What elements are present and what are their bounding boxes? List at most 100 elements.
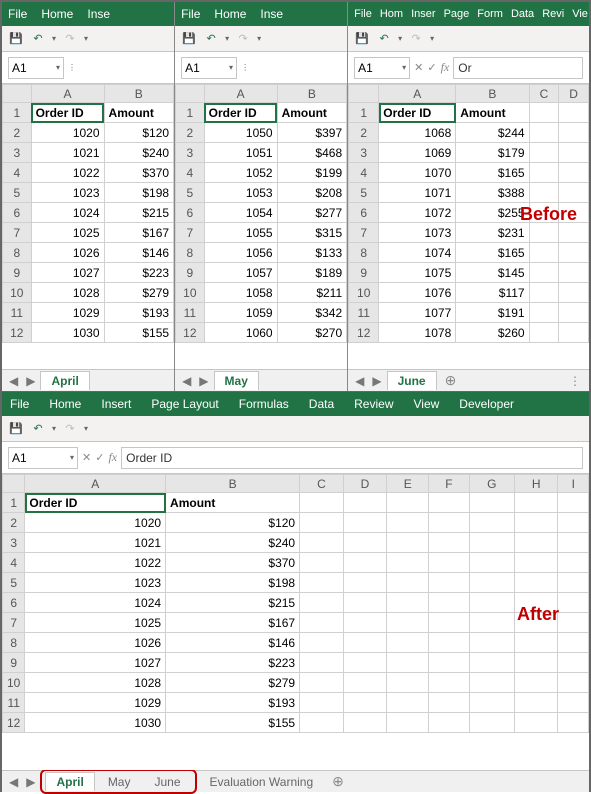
cell[interactable]	[469, 553, 514, 573]
cell[interactable]	[469, 613, 514, 633]
cell[interactable]: $146	[166, 633, 300, 653]
sheet-area[interactable]: A B 1Order IDAmount21020$12031021$240410…	[2, 84, 174, 369]
cell[interactable]	[429, 493, 469, 513]
cell[interactable]	[343, 493, 387, 513]
cell[interactable]	[429, 633, 469, 653]
cell[interactable]	[429, 713, 469, 733]
cell[interactable]	[343, 693, 387, 713]
cell[interactable]	[469, 653, 514, 673]
sheet-tab-june[interactable]: June	[387, 371, 437, 390]
cell[interactable]	[300, 613, 344, 633]
ribbon-file[interactable]: File	[354, 8, 372, 20]
ribbon-home[interactable]: Home	[49, 397, 81, 411]
cell[interactable]	[514, 573, 558, 593]
cell[interactable]: 1070	[379, 163, 456, 183]
cell[interactable]: 1078	[379, 323, 456, 343]
ribbon-home[interactable]: Home	[214, 7, 246, 21]
cell[interactable]	[558, 633, 589, 653]
cell[interactable]	[559, 323, 589, 343]
cell[interactable]: 1051	[204, 143, 277, 163]
cell[interactable]: 1025	[31, 223, 104, 243]
cell[interactable]: $165	[456, 163, 529, 183]
tab-options-icon[interactable]: ⋮	[565, 374, 585, 388]
tab-nav-right-icon[interactable]: ▶	[369, 374, 384, 388]
name-box[interactable]: A1▾	[8, 57, 64, 79]
row-header[interactable]: 2	[176, 123, 205, 143]
cell[interactable]: 1055	[204, 223, 277, 243]
row-header[interactable]: 12	[3, 323, 32, 343]
ribbon-view[interactable]: Vie	[572, 8, 588, 20]
grid[interactable]: A B 1Order IDAmount21050$39731051$468410…	[175, 84, 347, 343]
cell[interactable]	[343, 573, 387, 593]
cell[interactable]: $167	[166, 613, 300, 633]
cell[interactable]: Amount	[166, 493, 300, 513]
ribbon-insert[interactable]: Inser	[411, 8, 435, 20]
col-header-a[interactable]: A	[31, 85, 104, 103]
ribbon-formulas[interactable]: Formulas	[239, 397, 289, 411]
sheet-tab-eval-warning[interactable]: Evaluation Warning	[199, 772, 325, 791]
ribbon-file[interactable]: File	[181, 7, 200, 21]
cell[interactable]	[387, 613, 429, 633]
cell[interactable]	[300, 553, 344, 573]
cell[interactable]: Order ID	[204, 103, 277, 123]
row-header[interactable]: 3	[176, 143, 205, 163]
cell[interactable]: 1071	[379, 183, 456, 203]
cell[interactable]	[429, 653, 469, 673]
cell[interactable]	[300, 653, 344, 673]
cell[interactable]: $117	[456, 283, 529, 303]
cell[interactable]: 1068	[379, 123, 456, 143]
cell[interactable]: $211	[277, 283, 347, 303]
cell[interactable]	[429, 673, 469, 693]
col-header-i[interactable]: I	[558, 475, 589, 493]
cell[interactable]	[429, 553, 469, 573]
row-header[interactable]: 4	[3, 163, 32, 183]
tab-nav-left-icon[interactable]: ◀	[352, 374, 367, 388]
cell[interactable]	[300, 513, 344, 533]
cell[interactable]	[529, 163, 559, 183]
col-header-a[interactable]: A	[25, 475, 166, 493]
cancel-icon[interactable]: ✕	[82, 451, 91, 464]
row-header[interactable]: 7	[349, 223, 379, 243]
cell[interactable]: $179	[456, 143, 529, 163]
cell[interactable]	[529, 183, 559, 203]
cell[interactable]	[559, 303, 589, 323]
cell[interactable]: $279	[104, 283, 174, 303]
undo-icon[interactable]: ↶	[376, 31, 392, 47]
save-icon[interactable]: 💾	[8, 421, 24, 437]
ribbon-data[interactable]: Data	[511, 8, 534, 20]
cell[interactable]: $155	[104, 323, 174, 343]
cell[interactable]: $146	[104, 243, 174, 263]
cell[interactable]	[558, 593, 589, 613]
cancel-icon[interactable]: ✕	[414, 61, 423, 74]
select-all[interactable]	[3, 475, 25, 493]
row-header[interactable]: 10	[349, 283, 379, 303]
cell[interactable]: 1076	[379, 283, 456, 303]
name-box[interactable]: A1▾	[354, 57, 410, 79]
cell[interactable]: 1029	[25, 693, 166, 713]
cell[interactable]	[429, 613, 469, 633]
cell[interactable]: $191	[456, 303, 529, 323]
cell[interactable]	[529, 323, 559, 343]
row-header[interactable]: 9	[3, 263, 32, 283]
cell[interactable]: 1074	[379, 243, 456, 263]
row-header[interactable]: 11	[176, 303, 205, 323]
cell[interactable]	[429, 573, 469, 593]
cell[interactable]	[387, 713, 429, 733]
tab-nav-left-icon[interactable]: ◀	[6, 374, 21, 388]
ribbon-insert[interactable]: Insert	[101, 397, 131, 411]
enter-icon[interactable]: ✓	[427, 61, 436, 74]
sheet-area[interactable]: A B C D 1Order IDAmount21068$24431069$17…	[348, 84, 589, 369]
cell[interactable]: 1027	[25, 653, 166, 673]
sheet-tab-may[interactable]: May	[214, 371, 259, 390]
cell[interactable]	[429, 693, 469, 713]
cell[interactable]	[343, 673, 387, 693]
cell[interactable]: 1030	[31, 323, 104, 343]
cell[interactable]: $397	[277, 123, 347, 143]
cell[interactable]	[559, 263, 589, 283]
col-header-g[interactable]: G	[469, 475, 514, 493]
cell[interactable]: $120	[104, 123, 174, 143]
row-header[interactable]: 2	[3, 123, 32, 143]
cell[interactable]: 1058	[204, 283, 277, 303]
cell[interactable]	[469, 633, 514, 653]
cell[interactable]	[469, 593, 514, 613]
